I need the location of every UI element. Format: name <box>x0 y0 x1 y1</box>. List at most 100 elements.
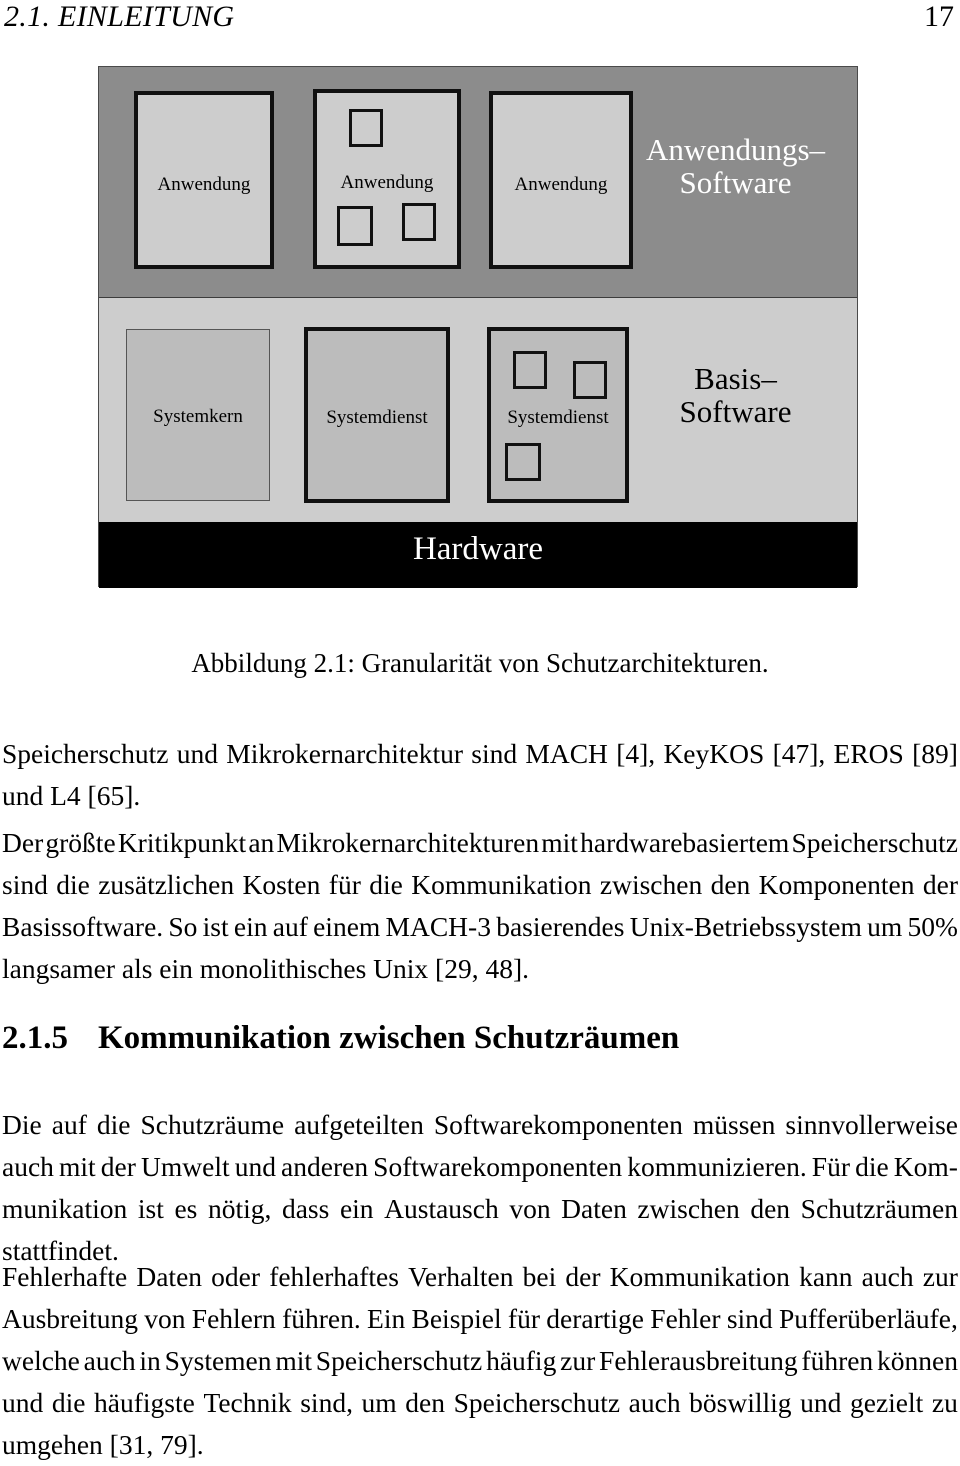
text-word: mit <box>275 1345 312 1376</box>
text-word: zur <box>560 1345 596 1376</box>
text-word: auch <box>861 1261 914 1292</box>
text-word: Kommunikation <box>411 869 592 900</box>
text-word: Softwarekomponenten <box>373 1151 623 1182</box>
text-word: Ausbreitung <box>2 1303 138 1334</box>
component-systemdienst-2: Systemdienst <box>487 327 629 503</box>
text-word: kann <box>799 1261 853 1292</box>
text-word: hardwarebasiertem <box>580 827 790 858</box>
text-word: auch <box>83 1345 136 1376</box>
text-word: zwischen <box>637 1193 740 1224</box>
page-running-header: 2.1. EINLEITUNG 17 <box>0 0 960 46</box>
text-word: MACH <box>525 738 608 769</box>
text-line: Ausbreitung von Fehlern führen. Ein Beispiel f… <box>2 1298 958 1340</box>
text-word: Austausch <box>384 1193 499 1224</box>
component-systemdienst-1: Systemdienst <box>304 327 450 503</box>
text-word: es <box>174 1193 198 1224</box>
text-word: Unix-Betriebssystem <box>629 911 862 942</box>
band-label-line1: Anwendungs– <box>645 132 826 167</box>
text-word: die <box>369 869 403 900</box>
text-word: Mikrokernarchitekturen <box>276 827 540 858</box>
text-word: Basissoftware. <box>2 911 164 942</box>
band-label-base-software: Basis– Software <box>628 362 843 429</box>
text-line: langsamer als ein monolithisches Unix [2… <box>2 953 529 984</box>
paragraph-2: Der größte Kritikpunkt an Mikrokernarchitekt… <box>2 822 958 990</box>
text-word: Beispiel <box>411 1303 502 1334</box>
text-word: zu <box>931 1387 958 1418</box>
text-word: Für <box>811 1151 850 1182</box>
text-word: zusätzlichen <box>98 869 235 900</box>
subcomponent-box <box>513 351 547 389</box>
text-word: Umwelt <box>141 1151 230 1182</box>
text-word: einem <box>313 911 381 942</box>
component-label: Anwendung <box>157 174 251 195</box>
component-label: Anwendung <box>514 174 608 195</box>
section-heading: 2.1.5 Kommunikation zwischen Schutzräumen <box>2 1020 958 1057</box>
band-label-line2: Software <box>679 165 792 201</box>
text-word: [47], <box>772 738 826 769</box>
text-word: kommunizieren. <box>627 1151 807 1182</box>
text-word: häufig <box>486 1345 557 1376</box>
text-word: nötig, <box>207 1193 272 1224</box>
text-word: ist <box>137 1193 164 1224</box>
text-word: Speicherschutz <box>315 1345 483 1376</box>
text-word: sind, <box>300 1387 353 1418</box>
text-word: mit <box>59 1151 96 1182</box>
text-word: der <box>922 869 958 900</box>
text-word: und <box>234 1151 276 1182</box>
text-word: Softwarekomponenten <box>433 1109 683 1140</box>
text-word: zwischen <box>599 869 703 900</box>
text-word: Systemen <box>164 1345 272 1376</box>
text-line: Fehlerhafte Daten oder fehlerhaftes Verhalte… <box>2 1256 958 1298</box>
text-word: Komponenten <box>758 869 915 900</box>
text-line: Die auf die Schutzräume aufgeteilten Software… <box>2 1104 958 1146</box>
text-word: Mikrokernarchitektur <box>226 738 463 769</box>
figure-protection-architecture-granularity: Anwendung Anwendung Anwendung Anwendungs… <box>98 66 858 588</box>
text-word: anderen <box>281 1151 369 1182</box>
text-word: um <box>867 911 903 942</box>
text-word: Fehlerhafte <box>2 1261 128 1292</box>
text-word: mit <box>541 827 578 858</box>
text-word: können <box>876 1345 958 1376</box>
text-line: Basissoftware. So ist ein auf einem MACH-3 basi… <box>2 906 958 948</box>
section-title: Kommunikation zwischen Schutzräumen <box>98 1020 680 1056</box>
text-word: den <box>750 1193 791 1224</box>
paragraph-1: Speicherschutz und Mikrokernarchitektur sin… <box>2 733 958 817</box>
text-word: und <box>176 738 218 769</box>
text-word: zur <box>922 1261 958 1292</box>
text-line: und die häufigste Technik sind, um den Speicher… <box>2 1382 958 1424</box>
component-anwendung-1: Anwendung <box>134 91 274 269</box>
text-word: Ein <box>367 1303 406 1334</box>
component-anwendung-3: Anwendung <box>489 91 633 269</box>
text-word: Schutzräumen <box>800 1193 958 1224</box>
text-word: auf <box>272 911 308 942</box>
text-word: derartige <box>546 1303 644 1334</box>
text-word: Speicherschutz <box>453 1387 621 1418</box>
text-word: ist <box>202 911 229 942</box>
text-line: sind die zusätzlichen Kosten für die Kommunika… <box>2 864 958 906</box>
text-word: ein <box>339 1193 374 1224</box>
text-word: sind <box>471 738 518 769</box>
text-word: von <box>509 1193 551 1224</box>
text-word: auf <box>51 1109 87 1140</box>
text-word: Verhalten <box>408 1261 514 1292</box>
subcomponent-box <box>349 109 383 147</box>
text-word: Kritikpunkt <box>117 827 247 858</box>
text-word: Speicherschutz <box>791 827 958 858</box>
band-label-hardware: Hardware <box>412 531 544 567</box>
text-word: bei <box>522 1261 557 1292</box>
text-word: basierendes <box>496 911 625 942</box>
component-systemkern: Systemkern <box>126 329 270 501</box>
paragraph-4: Fehlerhafte Daten oder fehlerhaftes Verhalte… <box>2 1256 958 1466</box>
text-word: Daten <box>136 1261 203 1292</box>
text-word: Kommunikation <box>609 1261 790 1292</box>
component-label: Systemdienst <box>326 407 428 428</box>
text-word: und <box>800 1387 842 1418</box>
text-word: den <box>405 1387 445 1418</box>
figure-band-base-software: Systemkern Systemdienst Systemdienst Bas… <box>99 298 857 522</box>
text-line: munikation ist es nötig, dass ein Austausch von… <box>2 1188 958 1230</box>
text-word: Fehlerausbreitung <box>599 1345 798 1376</box>
subcomponent-box <box>337 206 373 246</box>
text-word: die <box>51 1387 86 1418</box>
figure-caption: Abbildung 2.1: Granularität von Schutzar… <box>191 648 769 678</box>
text-word: und <box>2 1387 44 1418</box>
